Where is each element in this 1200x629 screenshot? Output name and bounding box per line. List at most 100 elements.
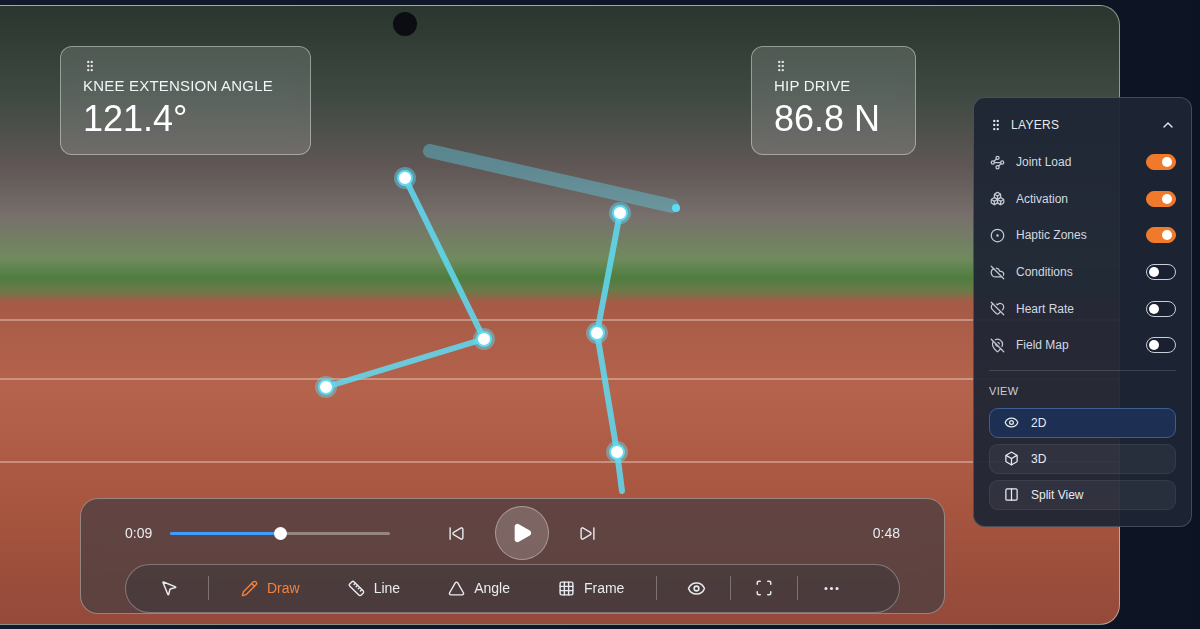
layer-icon (990, 191, 1005, 206)
view-label: Split View (1031, 488, 1083, 502)
fullscreen-button[interactable] (755, 579, 773, 597)
toolbar-separator (797, 576, 798, 600)
metric-label: KNEE EXTENSION ANGLE (83, 77, 292, 94)
view-title: VIEW (989, 385, 1176, 397)
toggle-knob (1162, 157, 1172, 167)
layer-row: Joint Load (989, 144, 1176, 181)
layer-icon (990, 228, 1005, 243)
drag-handle-icon[interactable] (774, 59, 788, 73)
view-option[interactable]: 2D (989, 408, 1176, 438)
layer-toggle[interactable] (1146, 154, 1176, 170)
lane-line (0, 461, 1119, 463)
layers-panel: LAYERS Joint Load Activation Haptic Zones Co… (973, 97, 1192, 527)
view-options: 2D 3D Split View (989, 408, 1176, 510)
app-screen: KNEE EXTENSION ANGLE 121.4° HIP DRIVE 86.8 … (0, 0, 1200, 629)
current-time: 0:09 (125, 525, 152, 541)
toggle-knob (1149, 304, 1159, 314)
layer-name: Conditions (1016, 265, 1135, 279)
layer-name: Heart Rate (1016, 302, 1135, 316)
camera-notch (393, 12, 417, 36)
view-icon (1004, 415, 1019, 430)
view-icon (1004, 451, 1019, 466)
duration-time: 0:48 (873, 525, 900, 541)
visibility-button[interactable] (687, 579, 706, 598)
layer-toggle[interactable] (1146, 301, 1176, 317)
toggle-knob (1149, 340, 1159, 350)
progress-slider[interactable] (170, 532, 390, 535)
layer-row: Conditions (989, 254, 1176, 291)
layer-icon (990, 265, 1005, 280)
view-label: 2D (1031, 416, 1046, 430)
progress-fill (170, 532, 280, 535)
layer-name: Joint Load (1016, 155, 1135, 169)
metric-value: 86.8 N (774, 98, 897, 140)
tool-label: Line (374, 580, 400, 596)
layer-row: Haptic Zones (989, 217, 1176, 254)
metric-label: HIP DRIVE (774, 77, 897, 94)
layer-row: Heart Rate (989, 290, 1176, 327)
tool-button[interactable]: Draw (239, 576, 302, 601)
lane-line (0, 378, 1119, 380)
layer-icon (990, 301, 1005, 316)
fullscreen-icon (755, 579, 773, 597)
toggle-knob (1149, 267, 1159, 277)
pointer-icon (160, 579, 178, 597)
layer-icon (990, 338, 1005, 353)
metric-value: 121.4° (83, 98, 292, 140)
tool-bar: Draw Line Angle Frame (125, 564, 900, 613)
tool-label: Draw (267, 580, 300, 596)
tool-label: Frame (584, 580, 624, 596)
layer-toggle[interactable] (1146, 227, 1176, 243)
tool-icon (448, 580, 465, 597)
play-button[interactable] (495, 506, 549, 560)
drag-handle-icon[interactable] (83, 59, 97, 73)
toolbar-separator (208, 576, 209, 600)
tool-button[interactable]: Frame (556, 576, 626, 601)
tool-button[interactable]: Angle (446, 576, 512, 601)
layer-name: Field Map (1016, 338, 1135, 352)
progress-thumb[interactable] (274, 527, 287, 540)
tool-label: Angle (474, 580, 510, 596)
eye-icon (687, 579, 706, 598)
tool-button[interactable]: Line (346, 576, 402, 601)
tool-icon (348, 580, 365, 597)
toggle-knob (1162, 230, 1172, 240)
play-icon (511, 522, 533, 544)
more-icon (822, 579, 841, 598)
skip-forward-icon (579, 525, 596, 542)
tool-icon (241, 580, 258, 597)
toggle-knob (1162, 194, 1172, 204)
layer-toggle[interactable] (1146, 264, 1176, 280)
metric-card[interactable]: KNEE EXTENSION ANGLE 121.4° (60, 46, 311, 155)
video-stage: KNEE EXTENSION ANGLE 121.4° HIP DRIVE 86.8 … (0, 5, 1120, 625)
layer-row: Field Map (989, 327, 1176, 364)
drag-handle-icon[interactable] (989, 118, 1003, 132)
player-bar: 0:09 0:48 Draw Line Angle Frame (80, 498, 945, 614)
view-option[interactable]: Split View (989, 480, 1176, 510)
select-tool[interactable] (160, 579, 178, 597)
more-button[interactable] (822, 579, 841, 598)
layers-header[interactable]: LAYERS (989, 112, 1176, 138)
tool-icon (558, 580, 575, 597)
previous-button[interactable] (448, 525, 465, 542)
tool-group: Draw Line Angle Frame (239, 576, 626, 601)
layer-name: Activation (1016, 192, 1135, 206)
next-button[interactable] (579, 525, 596, 542)
transport-row: 0:09 0:48 (125, 503, 900, 564)
playback-controls (448, 506, 596, 560)
layer-row: Activation (989, 181, 1176, 218)
layer-name: Haptic Zones (1016, 228, 1135, 242)
view-icon (1004, 487, 1019, 502)
collapse-chevron-icon[interactable] (1160, 117, 1176, 133)
view-label: 3D (1031, 452, 1046, 466)
layer-toggle[interactable] (1146, 191, 1176, 207)
layer-toggle[interactable] (1146, 337, 1176, 353)
panel-divider (989, 370, 1176, 371)
layer-icon (990, 155, 1005, 170)
layers-title: LAYERS (1011, 118, 1152, 132)
toolbar-separator (730, 576, 731, 600)
metric-card[interactable]: HIP DRIVE 86.8 N (751, 46, 916, 155)
lane-line (0, 319, 1119, 321)
skip-back-icon (448, 525, 465, 542)
view-option[interactable]: 3D (989, 444, 1176, 474)
